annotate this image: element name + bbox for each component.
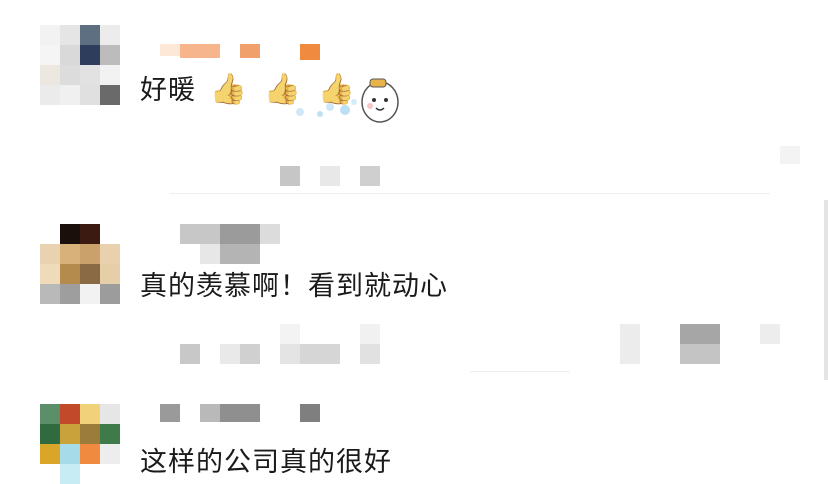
avatar[interactable]	[40, 224, 120, 304]
meta-blur	[180, 324, 800, 364]
comment-text: 真的羡慕啊！看到就动心	[140, 271, 448, 302]
meta-blur	[170, 146, 810, 200]
comment-text: 这样的公司真的很好	[140, 447, 392, 478]
comment-item[interactable]: 好暖 👍 👍 👍	[0, 0, 828, 200]
username-blur[interactable]	[160, 44, 360, 60]
divider	[470, 371, 570, 372]
avatar[interactable]	[40, 404, 120, 484]
thumbs-up-icon: 👍	[209, 72, 248, 107]
username-blur[interactable]	[180, 224, 300, 264]
comment-item[interactable]: 真的羡慕啊！看到就动心	[0, 200, 828, 380]
username-blur[interactable]	[160, 404, 340, 424]
comment-text-content: 好暖	[140, 75, 196, 106]
comment-item[interactable]: 这样的公司真的很好	[0, 380, 828, 484]
avatar[interactable]	[40, 25, 120, 105]
divider	[170, 193, 770, 194]
cartoon-sticker	[296, 78, 399, 123]
scrollbar[interactable]	[824, 200, 828, 380]
